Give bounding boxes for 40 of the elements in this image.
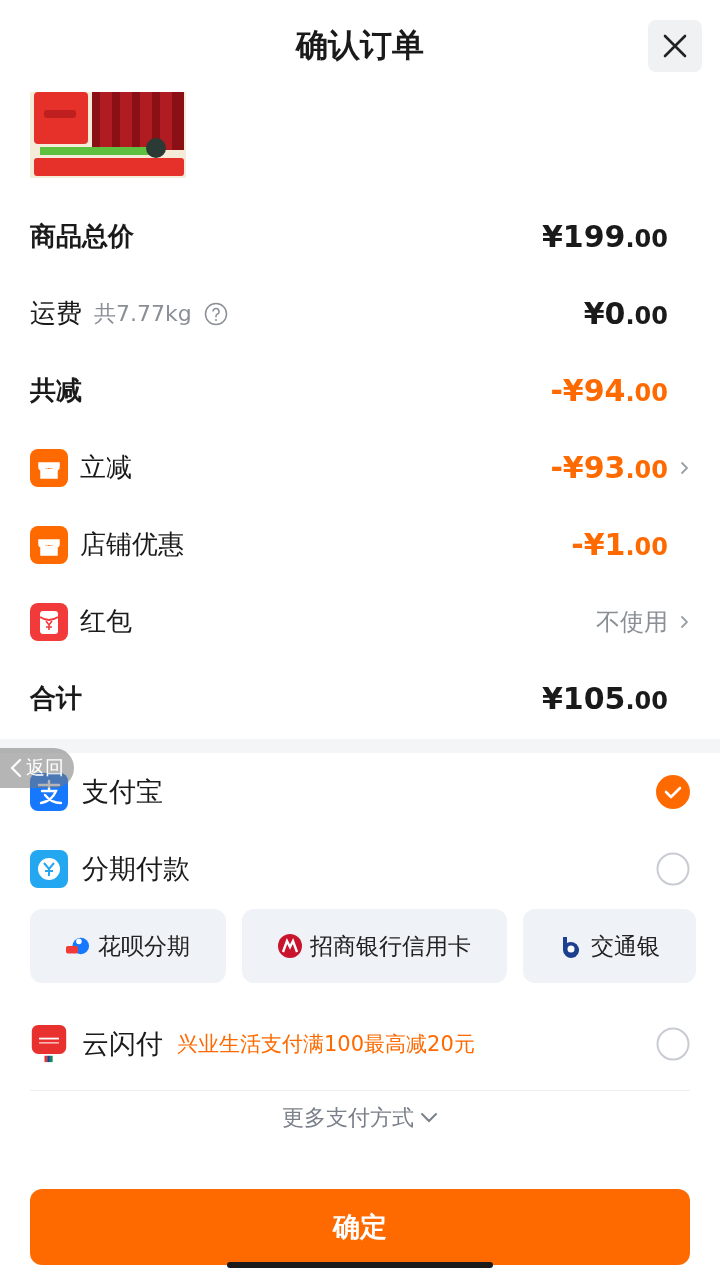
price-amount: -¥1.00 [571,527,668,562]
payment-method-name: 云闪付 [82,1026,163,1061]
envelope-icon [30,602,68,641]
close-icon [662,33,688,59]
row-label: 合计 [30,682,82,715]
price-amount: -¥94.00 [550,373,668,408]
unionpay-icon [30,1024,68,1063]
radio-button[interactable] [656,1026,690,1061]
radio-button[interactable] [656,851,690,886]
price-amount: ¥199.00 [542,219,668,254]
page-title: 确认订单 [296,25,424,66]
price-amount: ¥0.00 [583,296,668,331]
installment-option[interactable]: 招商银行信用卡 [242,909,507,983]
installment-icon [30,849,68,888]
close-button[interactable] [648,20,702,72]
chevron-down-icon [420,1112,438,1124]
row-label: 立减 [80,451,132,484]
row-label: 共减 [30,374,82,407]
bank-logo-icon [278,934,302,958]
store-icon [30,448,68,487]
row-label: 商品总价 [30,220,134,253]
more-payments-link[interactable]: 更多支付方式 [282,1103,438,1133]
back-icon [8,757,24,779]
row-label: 店铺优惠 [80,528,184,561]
help-icon[interactable] [203,301,228,326]
price-amount: -¥93.00 [550,450,668,485]
installment-option[interactable]: 交通银 [523,909,696,983]
promo-text: 兴业生活支付满100最高减20元 [177,1030,475,1058]
row-label: 运费 [30,297,82,330]
payment-method-name: 支付宝 [82,774,163,809]
price-amount: ¥105.00 [542,681,668,716]
checked-radio[interactable] [656,774,690,809]
store-icon [30,525,68,564]
chevron-right-icon[interactable] [680,460,690,475]
chevron-right-icon[interactable] [680,614,690,629]
weight-note: 共7.77kg [94,299,192,328]
value-text: 不使用 [596,606,668,638]
payment-method-name: 分期付款 [82,851,190,886]
installment-option[interactable]: 花呗分期 [30,909,226,983]
row-label: 红包 [80,605,132,638]
